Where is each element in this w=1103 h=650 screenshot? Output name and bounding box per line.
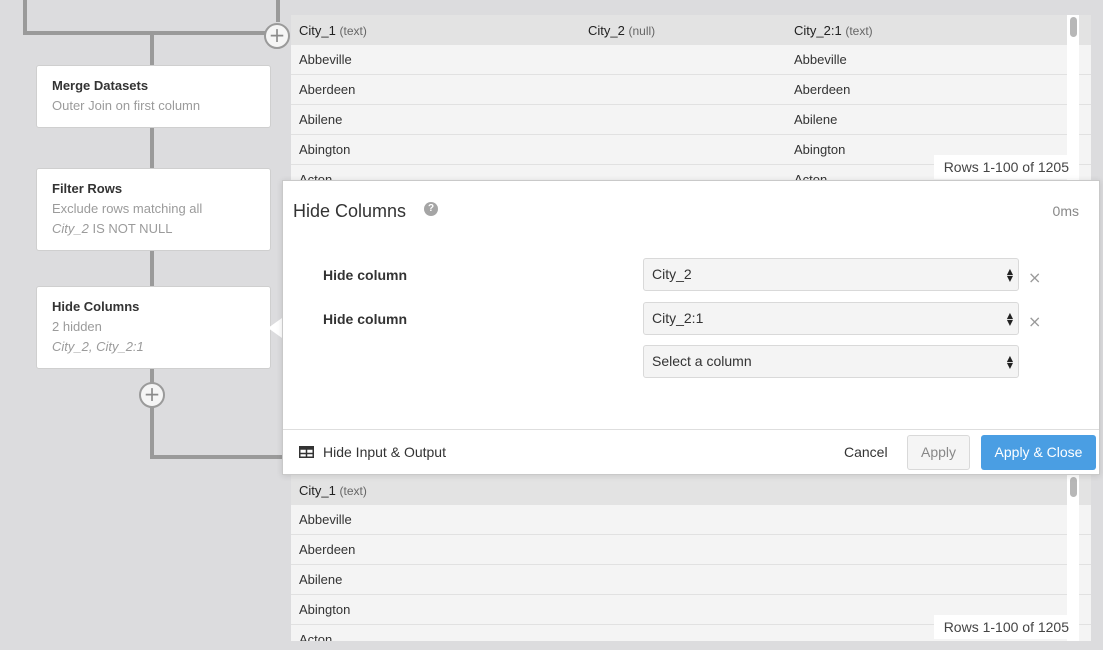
flow-connector-top-vertical: [23, 0, 27, 35]
select-value: City_2: [652, 266, 692, 282]
hide-column-label: Hide column: [323, 267, 408, 283]
column-type: (text): [339, 483, 367, 498]
dialog-footer: Hide Input & Output Cancel Apply Apply &…: [283, 429, 1099, 474]
select-arrows-icon: ▲ ▼: [1006, 311, 1013, 327]
table-cell: Aberdeen: [299, 542, 356, 557]
apply-and-close-button[interactable]: Apply & Close: [981, 435, 1096, 470]
table-row: Aberdeen: [291, 535, 1091, 565]
toggle-label: Hide Input & Output: [323, 444, 446, 460]
column-type: (null): [628, 23, 656, 38]
toggle-input-output-button[interactable]: Hide Input & Output: [299, 444, 446, 460]
step-card-hide-columns[interactable]: Hide Columns 2 hidden City_2, City_2:1: [36, 286, 271, 369]
step-description: 2 hidden: [52, 319, 102, 334]
condition-column: City_2: [52, 221, 89, 236]
table-cell: Aberdeen: [299, 82, 356, 97]
column-name: City_2:1: [794, 22, 842, 38]
table-row: Aberdeen Aberdeen: [291, 75, 1091, 105]
input-table: City_1 (text) City_2 (null) City_2:1 (te…: [291, 15, 1091, 181]
column-name: City_1: [299, 482, 336, 498]
table-cell: Abington: [299, 142, 351, 157]
apply-button[interactable]: Apply: [907, 435, 970, 470]
rows-count: Rows 1-100 of 1205: [933, 615, 1079, 639]
select-placeholder: Select a column: [652, 353, 752, 369]
table-cell: Abbeville: [299, 52, 352, 67]
column-type: (text): [339, 23, 367, 38]
column-header[interactable]: City_1 (text): [291, 23, 580, 38]
column-header[interactable]: City_1 (text): [291, 483, 1066, 498]
step-detail: City_2, City_2:1: [52, 339, 255, 354]
table-cell: Abbeville: [794, 52, 847, 67]
add-step-plus-icon[interactable]: +: [139, 382, 165, 408]
hide-columns-dialog: Hide Columns ? 0ms Hide column City_2 ▲ ▼…: [282, 180, 1100, 475]
hidden-columns-list: City_2, City_2:1: [52, 339, 144, 354]
table-row: Abilene: [291, 565, 1091, 595]
rows-count: Rows 1-100 of 1205: [933, 155, 1079, 179]
scrollbar-thumb[interactable]: [1070, 477, 1077, 497]
select-value: City_2:1: [652, 310, 704, 326]
flow-connector-top-horizontal: [23, 31, 273, 35]
execution-time: 0ms: [1052, 203, 1079, 219]
step-description: Outer Join on first column: [52, 98, 201, 113]
cancel-button[interactable]: Cancel: [844, 444, 888, 460]
column-header[interactable]: City_2 (null): [580, 23, 786, 38]
step-card-merge-datasets[interactable]: Merge Datasets Outer Join on first colum…: [36, 65, 271, 128]
step-title: Hide Columns: [52, 299, 140, 314]
flow-connector-top-right: [276, 0, 280, 22]
table-cell: Aberdeen: [794, 82, 851, 97]
dialog-title: Hide Columns: [293, 201, 407, 221]
table-cell: Abilene: [794, 112, 838, 127]
output-table: City_1 (text) Abbeville Aberdeen Abilene…: [291, 475, 1091, 641]
remove-column-close-icon[interactable]: ×: [1028, 312, 1041, 331]
table-cell: Abilene: [299, 112, 343, 127]
remove-column-close-icon[interactable]: ×: [1028, 268, 1041, 287]
hide-column-select[interactable]: City_2:1 ▲ ▼: [643, 302, 1019, 335]
table-row: Abbeville: [291, 505, 1091, 535]
column-type: (text): [845, 23, 873, 38]
select-arrows-icon: ▲ ▼: [1006, 267, 1013, 283]
table-row: Abilene Abilene: [291, 105, 1091, 135]
step-description: Exclude rows matching all: [52, 201, 203, 216]
column-name: City_1: [299, 22, 336, 38]
table-row: Abbeville Abbeville: [291, 45, 1091, 75]
table-header-row: City_1 (text) City_2 (null) City_2:1 (te…: [291, 15, 1091, 45]
table-cell: Abbeville: [299, 512, 352, 527]
table-header-row: City_1 (text): [291, 475, 1091, 505]
column-name: City_2: [588, 22, 625, 38]
step-condition: City_2 IS NOT NULL: [52, 221, 255, 236]
table-icon: [299, 446, 314, 458]
table-cell: Abilene: [299, 572, 343, 587]
flow-connector-bottom-horizontal: [150, 455, 285, 459]
help-icon[interactable]: ?: [424, 202, 438, 216]
hide-column-label: Hide column: [323, 311, 408, 327]
step-card-filter-rows[interactable]: Filter Rows Exclude rows matching all Ci…: [36, 168, 271, 251]
column-header[interactable]: City_2:1 (text): [786, 23, 1066, 38]
hide-column-select[interactable]: City_2 ▲ ▼: [643, 258, 1019, 291]
step-title: Merge Datasets: [52, 78, 149, 93]
add-column-select[interactable]: Select a column ▲ ▼: [643, 345, 1019, 378]
condition-rule: IS NOT NULL: [88, 221, 173, 236]
scrollbar-thumb[interactable]: [1070, 17, 1077, 37]
add-step-plus-icon[interactable]: +: [264, 23, 290, 49]
selected-step-caret: [268, 318, 282, 338]
select-arrows-icon: ▲ ▼: [1006, 354, 1013, 370]
step-title: Filter Rows: [52, 181, 123, 196]
